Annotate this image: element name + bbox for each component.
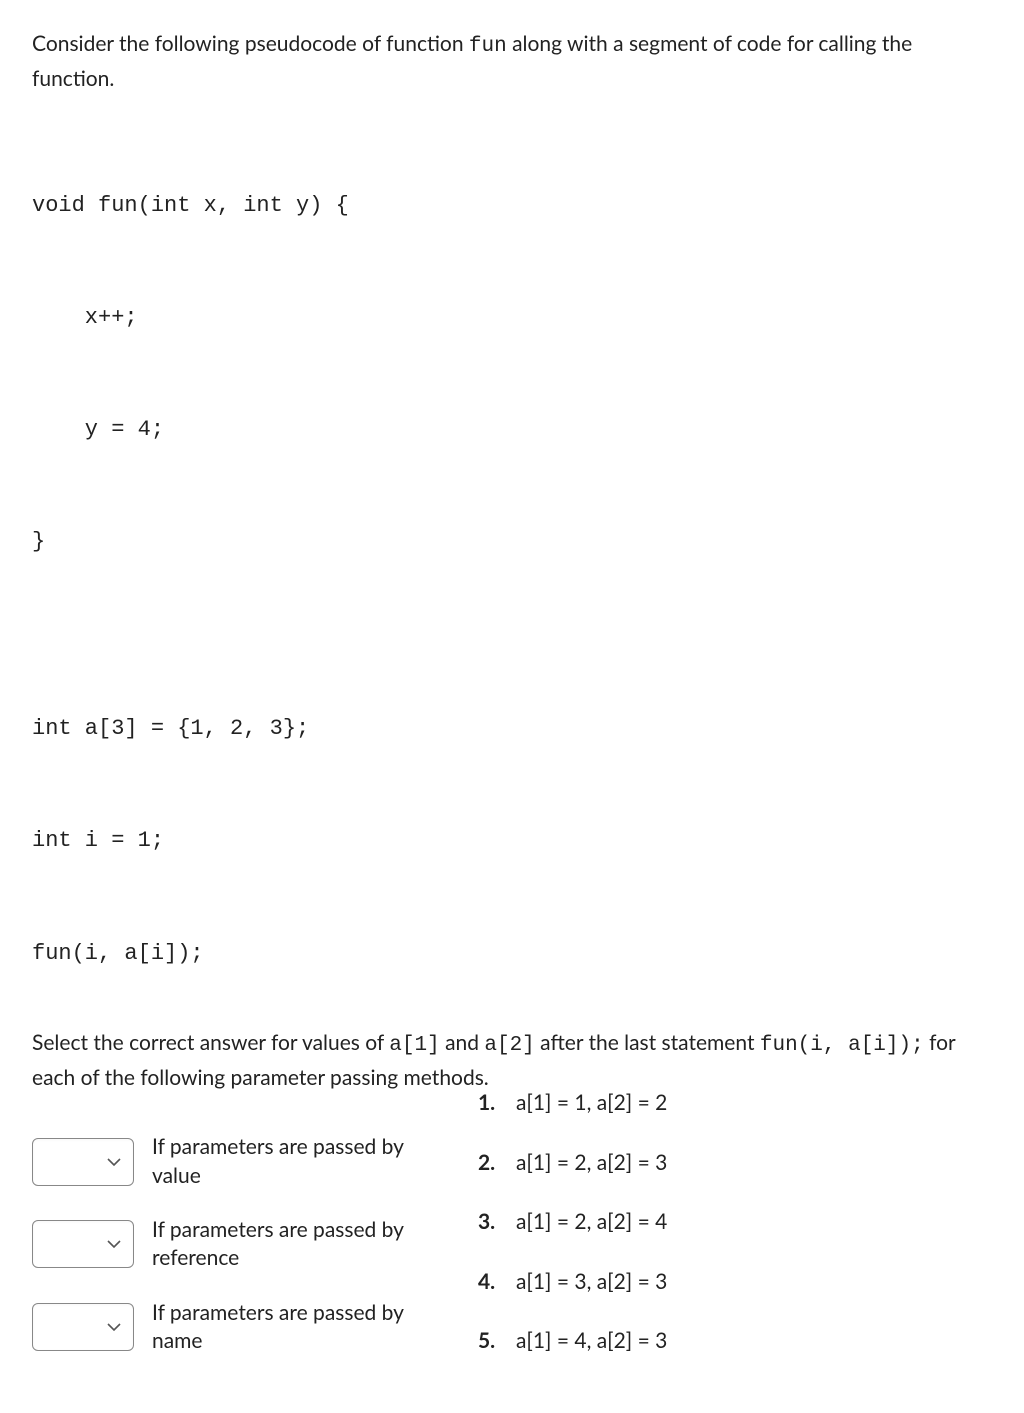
chevron-down-icon xyxy=(107,1323,121,1332)
answer-number: 3. xyxy=(478,1206,502,1238)
chevron-down-icon xyxy=(107,1158,121,1167)
instruction-paragraph: Select the correct answer for values of … xyxy=(32,1027,992,1093)
match-row: If parameters are passed by reference xyxy=(32,1216,442,1273)
instruction-text: after the last statement xyxy=(535,1030,760,1055)
match-label: If parameters are passed by reference xyxy=(152,1216,442,1273)
instruction-text: and xyxy=(440,1030,485,1055)
match-left-column: If parameters are passed by value If par… xyxy=(32,1133,442,1381)
answer-text: a[1] = 2, a[2] = 4 xyxy=(516,1206,667,1238)
answer-option: 2. a[1] = 2, a[2] = 3 xyxy=(478,1147,992,1179)
answer-text: a[1] = 1, a[2] = 2 xyxy=(516,1087,667,1119)
code-line: y = 4; xyxy=(32,411,992,448)
answer-option: 4. a[1] = 3, a[2] = 3 xyxy=(478,1266,992,1298)
code-line: void fun(int x, int y) { xyxy=(32,187,992,224)
match-row: If parameters are passed by value xyxy=(32,1133,442,1190)
instruction-code: a[1] xyxy=(389,1034,439,1057)
intro-paragraph: Consider the following pseudocode of fun… xyxy=(32,28,992,94)
answer-number: 2. xyxy=(478,1147,502,1179)
instruction-code: fun(i, a[i]); xyxy=(760,1034,924,1057)
instruction-code: a[2] xyxy=(484,1034,534,1057)
answer-text: a[1] = 3, a[2] = 3 xyxy=(516,1266,667,1298)
answer-number: 4. xyxy=(478,1266,502,1298)
code-line: fun(i, a[i]); xyxy=(32,935,992,972)
code-line: int i = 1; xyxy=(32,822,992,859)
answer-text: a[1] = 2, a[2] = 3 xyxy=(516,1147,667,1179)
intro-code: fun xyxy=(469,35,507,58)
answer-text: a[1] = 4, a[2] = 3 xyxy=(516,1325,667,1357)
answer-option: 5. a[1] = 4, a[2] = 3 xyxy=(478,1325,992,1357)
chevron-down-icon xyxy=(107,1240,121,1249)
answer-number: 5. xyxy=(478,1325,502,1357)
answer-option: 3. a[1] = 2, a[2] = 4 xyxy=(478,1206,992,1238)
match-dropdown-value[interactable] xyxy=(32,1138,134,1186)
answer-list: 1. a[1] = 1, a[2] = 2 2. a[1] = 2, a[2] … xyxy=(478,1087,992,1357)
match-label: If parameters are passed by name xyxy=(152,1299,442,1356)
answer-column: 1. a[1] = 1, a[2] = 2 2. a[1] = 2, a[2] … xyxy=(478,1133,992,1385)
code-line: x++; xyxy=(32,299,992,336)
match-dropdown-reference[interactable] xyxy=(32,1220,134,1268)
matching-section: If parameters are passed by value If par… xyxy=(32,1133,992,1385)
match-row: If parameters are passed by name xyxy=(32,1299,442,1356)
match-dropdown-name[interactable] xyxy=(32,1303,134,1351)
instruction-text: Select the correct answer for values of xyxy=(32,1030,389,1055)
match-label: If parameters are passed by value xyxy=(152,1133,442,1190)
code-line: int a[3] = {1, 2, 3}; xyxy=(32,710,992,747)
intro-text-pre: Consider the following pseudocode of fun… xyxy=(32,31,469,56)
answer-option: 1. a[1] = 1, a[2] = 2 xyxy=(478,1087,992,1119)
answer-number: 1. xyxy=(478,1087,502,1119)
code-line: } xyxy=(32,523,992,560)
code-block: void fun(int x, int y) { x++; y = 4; } i… xyxy=(32,112,992,1009)
